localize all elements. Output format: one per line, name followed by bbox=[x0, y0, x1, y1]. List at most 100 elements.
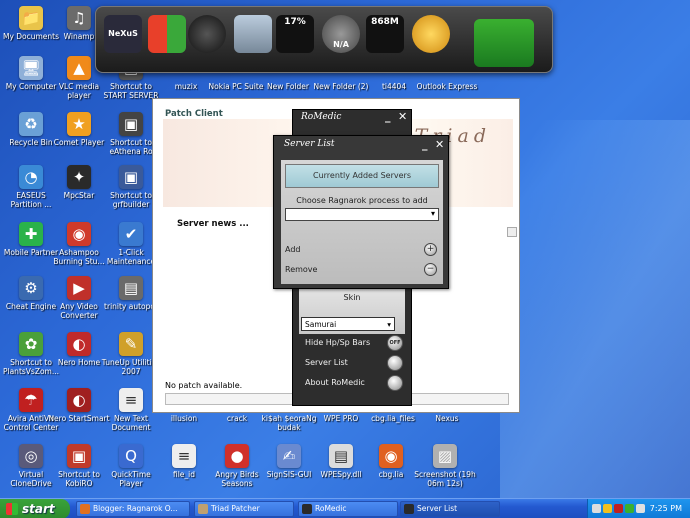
about-romedic-row[interactable]: About RoMedic bbox=[305, 374, 403, 392]
icon-label: crack bbox=[226, 414, 248, 423]
skin-value: Samurai bbox=[305, 320, 337, 329]
desktop-icon-screenshot[interactable]: ▨ Screenshot (19h 06m 12s) bbox=[414, 444, 476, 488]
skin-select[interactable]: Samurai ▾ bbox=[301, 317, 395, 331]
add-row[interactable]: Add + bbox=[285, 242, 439, 258]
icon-label: WPE PRO bbox=[323, 414, 359, 423]
clock[interactable]: 7:25 PM bbox=[650, 499, 682, 518]
cpu-meter-value: 17% bbox=[284, 17, 306, 27]
globe-icon[interactable] bbox=[412, 15, 450, 53]
remove-button[interactable]: − bbox=[424, 263, 437, 276]
server-list-title: Server List bbox=[284, 139, 335, 149]
server-list-toggle[interactable] bbox=[387, 355, 403, 371]
memory-meter-icon[interactable]: 868M bbox=[366, 15, 404, 53]
taskbar-button-label: Server List bbox=[417, 504, 458, 513]
desktop-icon-cbg-lia[interactable]: ◉ cbg.lia bbox=[360, 444, 422, 479]
burning-disc-icon: ◉ bbox=[67, 222, 91, 246]
icon-label: Any Video Converter bbox=[60, 302, 98, 320]
play-icon: ▶ bbox=[67, 276, 91, 300]
antivirus-icon[interactable] bbox=[614, 504, 623, 513]
icon-label: Screenshot (19h 06m 12s) bbox=[414, 470, 476, 488]
nexus-logo-icon[interactable]: NeXuS bbox=[104, 15, 142, 53]
dll-file-icon: ▤ bbox=[329, 444, 353, 468]
shortcut-icon: ▣ bbox=[119, 112, 143, 136]
currently-added-servers-header: Currently Added Servers bbox=[285, 164, 439, 188]
wallpaper-highlight bbox=[500, 120, 690, 510]
taskbar-button-server-list[interactable]: Server List bbox=[400, 501, 500, 517]
hide-hp-sp-bars-row[interactable]: Hide Hp/Sp Bars OFF bbox=[305, 334, 403, 352]
taskbar: start Blogger: Ragnarok O... Triad Patch… bbox=[0, 498, 690, 518]
icon-label: file_id bbox=[172, 470, 196, 479]
close-button[interactable]: ✕ bbox=[398, 110, 407, 123]
quicktime-icon: Q bbox=[119, 444, 143, 468]
image-file-icon: ▨ bbox=[433, 444, 457, 468]
taskbar-button-label: Triad Patcher bbox=[211, 504, 260, 513]
add-button[interactable]: + bbox=[424, 243, 437, 256]
icon-label: Shortcut to grfbuilder bbox=[110, 191, 152, 209]
text-document-icon: ≡ bbox=[172, 444, 196, 468]
icon-label: Nexus bbox=[435, 414, 459, 423]
angry-bird-icon: ● bbox=[225, 444, 249, 468]
server-news-heading: Server news ... bbox=[177, 219, 249, 229]
help-icon[interactable]: N/A bbox=[322, 15, 360, 53]
icon-label: trinity autopot bbox=[104, 302, 158, 311]
tuneup-icon: ✎ bbox=[119, 332, 143, 356]
start-button[interactable]: start bbox=[0, 499, 70, 518]
icon-label: SignSIS-GUI bbox=[266, 470, 312, 479]
checkmark-icon: ✔ bbox=[119, 222, 143, 246]
patch-client-tabs[interactable]: Patch Client bbox=[165, 109, 223, 119]
shortcut-icon: ▣ bbox=[119, 165, 143, 189]
romedic-title: RoMedic bbox=[301, 112, 342, 122]
desktop-icon-outlook-express[interactable]: Outlook Express bbox=[416, 82, 478, 91]
device-icon[interactable] bbox=[636, 504, 645, 513]
icon-label: Nero Home bbox=[57, 358, 101, 367]
network-icon[interactable] bbox=[592, 504, 601, 513]
windows-flag-icon[interactable] bbox=[148, 15, 186, 53]
icon-label: ki$ah $eoraNg budak bbox=[261, 414, 317, 432]
icon-label: Winamp bbox=[63, 32, 95, 41]
taskbar-button-triad-patcher[interactable]: Triad Patcher bbox=[194, 501, 294, 517]
taskbar-button-blogger[interactable]: Blogger: Ragnarok O... bbox=[76, 501, 190, 517]
icon-label: muzix bbox=[174, 82, 198, 91]
icon-label: WPESpy.dll bbox=[320, 470, 362, 479]
remove-row[interactable]: Remove − bbox=[285, 262, 439, 278]
icon-label: Comet Player bbox=[53, 138, 105, 147]
memory-value: 868M bbox=[371, 17, 399, 27]
about-toggle[interactable] bbox=[387, 375, 403, 391]
close-button[interactable]: ✕ bbox=[435, 138, 444, 151]
icon-label: New Folder bbox=[267, 82, 309, 91]
volume-icon[interactable] bbox=[603, 504, 612, 513]
icon-label: Virtual CloneDrive bbox=[10, 470, 52, 488]
minimize-button[interactable]: _ bbox=[385, 110, 391, 123]
taskbar-button-label: RoMedic bbox=[315, 504, 347, 513]
taskbar-button-romedic[interactable]: RoMedic bbox=[298, 501, 398, 517]
icon-label: 1-Click Maintenance bbox=[106, 248, 156, 266]
icon-label: MpcStar bbox=[63, 191, 95, 200]
side-button[interactable] bbox=[507, 227, 517, 237]
add-label: Add bbox=[285, 245, 301, 254]
firefox-icon bbox=[80, 504, 90, 514]
patcher-icon bbox=[198, 504, 208, 514]
desktop-icon-nexus[interactable]: Nexus bbox=[416, 414, 478, 423]
minimize-button[interactable]: _ bbox=[422, 138, 428, 151]
clock-icon[interactable] bbox=[188, 15, 226, 53]
romedic-icon bbox=[302, 504, 312, 514]
camera-icon[interactable] bbox=[474, 19, 534, 67]
system-tray: 7:25 PM bbox=[587, 499, 690, 518]
icon-label: Outlook Express bbox=[416, 82, 478, 91]
cheat-engine-icon: ⚙ bbox=[19, 276, 43, 300]
mpcstar-icon: ✦ bbox=[67, 165, 91, 189]
icon-label: Nokia PC Suite bbox=[208, 82, 264, 91]
desktop-icon-cbg-lia-files[interactable]: cbg.lia_files bbox=[362, 414, 424, 423]
server-list-row[interactable]: Server List bbox=[305, 354, 403, 372]
umbrella-icon: ☂ bbox=[19, 388, 43, 412]
process-select[interactable]: ▾ bbox=[285, 208, 439, 221]
update-icon[interactable] bbox=[625, 504, 634, 513]
nero-icon: ◐ bbox=[67, 388, 91, 412]
cpu-meter-icon[interactable]: 17% bbox=[276, 15, 314, 53]
star-icon: ★ bbox=[67, 112, 91, 136]
disc-icon: ◎ bbox=[19, 444, 43, 468]
icon-label: EASEUS Partition ... bbox=[10, 191, 52, 209]
icon-label: New Text Document bbox=[111, 414, 151, 432]
recycle-bin-icon[interactable] bbox=[234, 15, 272, 53]
hide-bars-toggle[interactable]: OFF bbox=[387, 335, 403, 351]
